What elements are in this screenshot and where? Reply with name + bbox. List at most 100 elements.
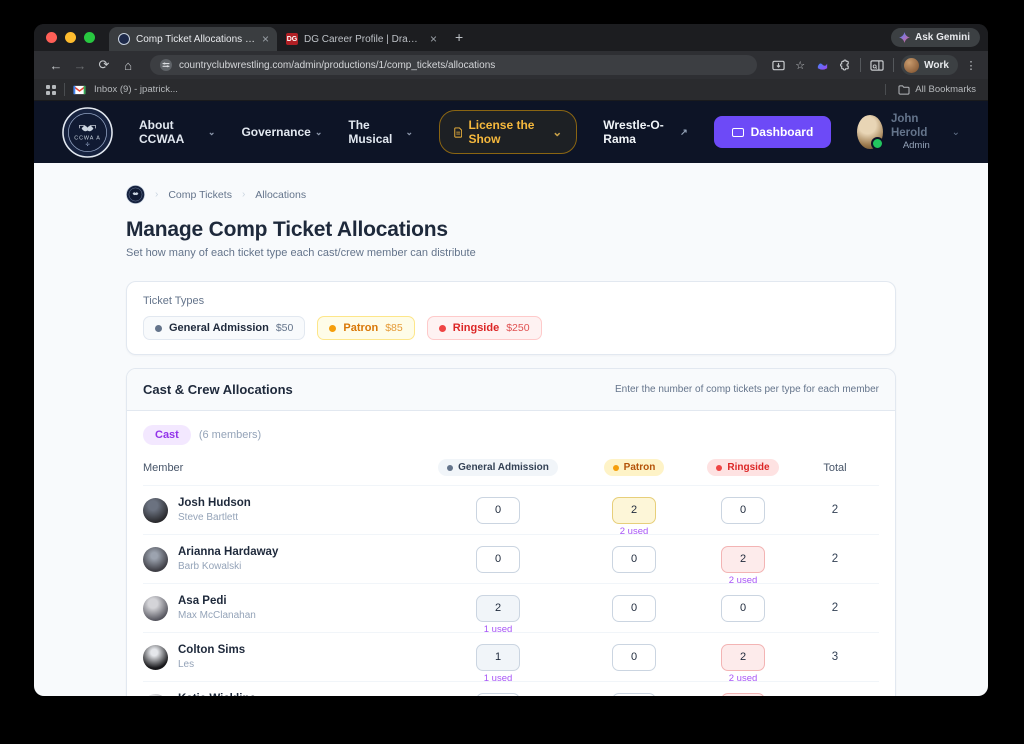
tab-comp-ticket-allocations[interactable]: Comp Ticket Allocations - Co × (109, 27, 277, 51)
gemini-sparkle-icon (898, 32, 910, 43)
col-patron: Patron (603, 459, 665, 476)
breadcrumb-home-icon[interactable] (126, 185, 145, 204)
new-tab-button[interactable]: + (455, 29, 463, 45)
external-link-icon: ↗ (680, 126, 688, 137)
used-count: 1 used (483, 672, 513, 684)
ticket-type-general-admission: General Admission $50 (143, 316, 306, 340)
user-role: Admin (902, 140, 930, 152)
site-info-icon[interactable] (160, 59, 172, 71)
chevron-down-icon: ⌄ (207, 126, 216, 137)
ccwaa-favicon-icon (118, 33, 130, 45)
toolbar-divider (860, 58, 862, 72)
breadcrumb-allocations[interactable]: Allocations (255, 189, 306, 201)
close-window-button[interactable] (46, 32, 57, 43)
member-avatar (143, 546, 168, 572)
ticket-dot-icon (329, 324, 337, 332)
used-count: 2 used (728, 574, 758, 586)
address-bar[interactable]: countryclubwrestling.com/admin/productio… (150, 55, 758, 75)
general-admission-input[interactable] (476, 643, 520, 671)
cast-member-count: (6 members) (198, 429, 262, 441)
breadcrumb-comp-tickets[interactable]: Comp Tickets (168, 189, 232, 201)
col-label: General Admission (458, 462, 549, 473)
ringside-input[interactable] (721, 496, 765, 524)
back-icon[interactable]: ← (46, 58, 66, 73)
patron-input[interactable] (612, 643, 656, 671)
ticket-dot-icon (438, 324, 446, 332)
bookmark-star-icon[interactable]: ☆ (791, 56, 809, 74)
patron-input[interactable] (612, 692, 656, 696)
breadcrumb-sep-icon: › (241, 189, 246, 200)
home-icon[interactable]: ⌂ (118, 58, 138, 73)
license-the-show-button[interactable]: License the Show ⌄ (439, 110, 578, 154)
site-navbar: ⌐ ¬ CCWA A ✣ About CCWAA ⌄ Governance ⌄ … (34, 101, 988, 163)
send-to-device-icon[interactable] (769, 56, 787, 74)
page-subtitle: Set how many of each ticket type each ca… (126, 247, 476, 259)
reload-icon[interactable]: ⟳ (94, 57, 114, 73)
profile-label: Work (924, 59, 949, 71)
nav-about-ccwaa[interactable]: About CCWAA ⌄ (139, 118, 215, 146)
side-panel-icon[interactable] (868, 56, 886, 74)
all-bookmarks-label: All Bookmarks (915, 84, 976, 95)
patron-input[interactable] (612, 545, 656, 573)
zoom-window-button[interactable] (84, 32, 95, 43)
nav-the-musical[interactable]: The Musical ⌄ (348, 118, 413, 146)
nav-governance[interactable]: Governance ⌄ (241, 125, 322, 139)
member-subname: Barb Kowalski (178, 560, 242, 572)
profile-chip[interactable]: Work (901, 55, 958, 75)
general-admission-input[interactable] (476, 545, 520, 573)
breadcrumb: › Comp Tickets › Allocations (126, 185, 896, 204)
bookmarks-divider (64, 83, 65, 96)
member-name: Colton Sims (178, 644, 246, 657)
general-admission-input[interactable] (476, 496, 520, 524)
ticket-price: $50 (275, 322, 294, 334)
forward-icon[interactable]: → (70, 58, 90, 73)
all-bookmarks[interactable]: All Bookmarks (885, 84, 976, 95)
ringside-input[interactable] (721, 594, 765, 622)
document-icon (454, 126, 463, 138)
general-admission-input[interactable] (476, 692, 520, 696)
patron-input[interactable] (612, 594, 656, 622)
ticket-price: $85 (385, 322, 403, 334)
extension-colored-icon[interactable] (813, 56, 831, 74)
extensions-puzzle-icon[interactable] (835, 56, 853, 74)
close-tab-icon[interactable]: × (430, 33, 437, 45)
allocations-card: Cast & Crew Allocations Enter the number… (126, 368, 896, 696)
ticket-price: $250 (506, 322, 530, 334)
patron-input[interactable] (612, 496, 656, 524)
folder-icon (898, 84, 910, 95)
table-header: Member General Admission Patron Ringside… (143, 459, 879, 485)
ringside-input[interactable] (721, 545, 765, 573)
page-content: › Comp Tickets › Allocations Manage Comp… (34, 163, 988, 696)
ringside-input[interactable] (721, 643, 765, 671)
general-admission-input[interactable] (476, 594, 520, 622)
ticket-dot-icon (716, 464, 723, 471)
col-label: Patron (623, 462, 656, 473)
ringside-input[interactable] (721, 692, 765, 696)
tab-title: DG Career Profile | Dramatist (304, 33, 424, 45)
member-name: Arianna Hardaway (178, 546, 279, 559)
window-controls[interactable] (46, 32, 95, 43)
table-row: Colton Sims Les 1 used (143, 632, 879, 684)
svg-text:CCWA A: CCWA A (74, 135, 101, 141)
page-viewport: ⌐ ¬ CCWA A ✣ About CCWAA ⌄ Governance ⌄ … (34, 101, 988, 696)
nav-wrestle-o-rama[interactable]: Wrestle-O-Rama ↗ (603, 118, 687, 146)
member-avatar (143, 497, 168, 523)
bookmark-inbox[interactable]: Inbox (9) - jpatrick... (94, 84, 178, 95)
user-avatar (857, 115, 884, 150)
browser-toolbar: ← → ⟳ ⌂ countryclubwrestling.com/admin/p… (34, 51, 988, 79)
tab-dg-career-profile[interactable]: DG DG Career Profile | Dramatist × (277, 27, 445, 51)
member-name: Katie Wickline (178, 692, 323, 696)
ccwaa-logo[interactable]: ⌐ ¬ CCWA A ✣ (62, 106, 113, 158)
minimize-window-button[interactable] (65, 32, 76, 43)
ask-gemini-button[interactable]: Ask Gemini (890, 28, 980, 47)
apps-grid-icon[interactable] (46, 84, 56, 95)
chevron-down-icon: ⌄ (314, 126, 323, 137)
breadcrumb-sep-icon: › (155, 189, 159, 200)
close-tab-icon[interactable]: × (262, 33, 269, 45)
browser-menu-icon[interactable]: ⋮ (962, 56, 980, 74)
ticket-name: Patron (343, 322, 379, 334)
nav-label: The Musical (348, 118, 393, 146)
dashboard-button[interactable]: Dashboard (713, 116, 832, 148)
user-menu[interactable]: John Herold Admin ⌄ (857, 112, 960, 153)
dashboard-icon (731, 127, 744, 137)
